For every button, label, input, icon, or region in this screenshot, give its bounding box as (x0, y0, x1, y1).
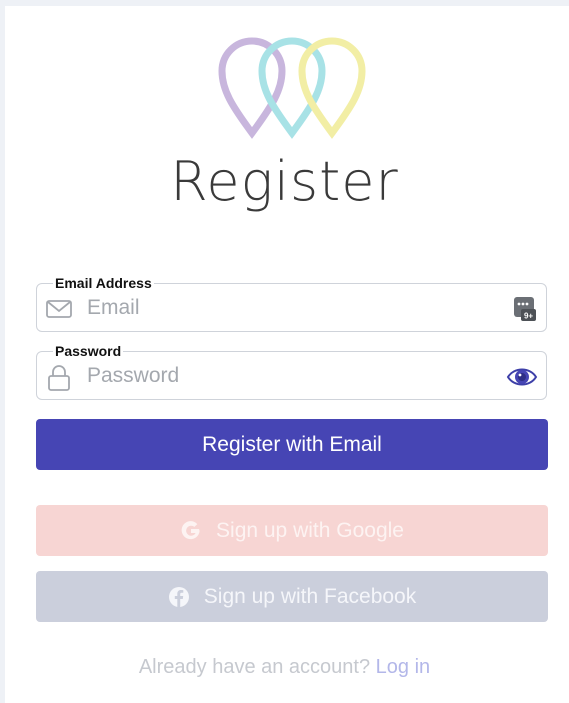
keyboard-passcode-icon[interactable]: 9+ (506, 294, 538, 324)
email-input[interactable] (87, 293, 487, 323)
register-with-email-button[interactable]: Register with Email (36, 419, 548, 470)
password-field-label: Password (53, 343, 124, 359)
lock-icon (48, 365, 70, 391)
sign-up-facebook-button[interactable]: Sign up with Facebook (36, 571, 548, 622)
google-icon (180, 520, 202, 542)
login-link[interactable]: Log in (376, 656, 431, 678)
password-field[interactable]: Password (36, 343, 547, 400)
svg-text:9+: 9+ (524, 312, 533, 321)
login-prompt-text: Already have an account? (138, 656, 371, 678)
login-prompt: Already have an account? Log in (0, 656, 569, 679)
email-field[interactable]: Email Address 9+ (36, 275, 547, 332)
mail-icon (46, 300, 72, 318)
sign-up-google-button[interactable]: Sign up with Google (36, 505, 548, 556)
password-input[interactable] (87, 361, 487, 391)
email-field-label: Email Address (53, 275, 154, 291)
page-title: Register (170, 150, 399, 213)
eye-icon[interactable] (506, 362, 538, 392)
facebook-icon (168, 586, 190, 608)
sign-up-google-label: Sign up with Google (216, 518, 404, 542)
logo-icon (218, 37, 366, 139)
sign-up-facebook-label: Sign up with Facebook (203, 584, 417, 608)
register-with-email-label: Register with Email (202, 432, 382, 456)
